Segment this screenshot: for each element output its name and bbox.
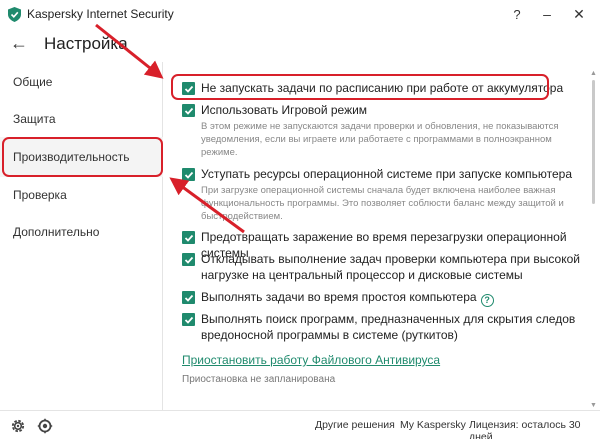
option-description: В этом режиме не запускаются задачи пров… — [201, 121, 559, 158]
support-icon[interactable] — [37, 418, 53, 434]
back-arrow-icon[interactable]: ← — [10, 33, 28, 54]
kaspersky-shield-icon — [8, 7, 21, 22]
sidebar-item-scan[interactable]: Проверка — [13, 188, 67, 202]
sidebar-item-general[interactable]: Общие — [13, 75, 52, 89]
sidebar-item-protection[interactable]: Защита — [13, 112, 56, 126]
checkbox[interactable] — [182, 231, 195, 244]
pause-file-antivirus-link[interactable]: Приостановить работу Файлового Антивирус… — [182, 353, 440, 367]
option-description: При загрузке операционной системы сначал… — [201, 185, 564, 222]
checkbox[interactable] — [182, 253, 195, 266]
scroll-down-icon[interactable]: ▼ — [590, 402, 597, 409]
option-label: Использовать Игровой режим — [201, 103, 368, 117]
option-label: Выполнять поиск программ, предназначенны… — [201, 312, 576, 342]
app-title: Kaspersky Internet Security — [27, 7, 174, 21]
checkbox[interactable] — [182, 313, 195, 326]
help-circle-icon[interactable]: ? — [480, 293, 494, 307]
title-bar: Kaspersky Internet Security ? – ✕ — [0, 0, 600, 28]
scroll-up-icon[interactable]: ▲ — [590, 70, 597, 77]
other-solutions-link[interactable]: Другие решения — [315, 419, 395, 431]
help-button[interactable]: ? — [502, 2, 532, 26]
option-label-text: Выполнять задачи во время простоя компью… — [201, 290, 477, 304]
page-title: Настройка — [44, 34, 128, 53]
option-label: Уступать ресурсы операционной системе пр… — [201, 167, 573, 181]
option-label: Выполнять задачи во время простоя компью… — [201, 289, 581, 307]
checkbox[interactable] — [182, 291, 195, 304]
pause-status-text: Приостановка не запланирована — [182, 374, 336, 385]
settings-sidebar: Общие Защита Производительность Проверка… — [0, 62, 163, 410]
option-label: Откладывать выполнение задач проверки ко… — [201, 252, 580, 282]
sidebar-item-additional[interactable]: Дополнительно — [13, 225, 99, 239]
license-link[interactable]: Лицензия: осталось 30 дней — [469, 419, 600, 439]
scrollbar-thumb[interactable] — [592, 80, 595, 204]
footer-bar: Другие решения My Kaspersky Лицензия: ос… — [0, 410, 600, 439]
annotation-highlight-sidebar — [2, 137, 163, 177]
minimize-button[interactable]: – — [532, 2, 562, 26]
my-kaspersky-link[interactable]: My Kaspersky — [400, 419, 466, 431]
annotation-highlight-option — [171, 74, 549, 100]
checkbox[interactable] — [182, 168, 195, 181]
gear-icon[interactable] — [10, 418, 26, 434]
performance-settings-panel: Не запускать задачи по расписанию при ра… — [164, 62, 600, 410]
close-button[interactable]: ✕ — [564, 2, 594, 26]
checkbox[interactable] — [182, 104, 195, 117]
